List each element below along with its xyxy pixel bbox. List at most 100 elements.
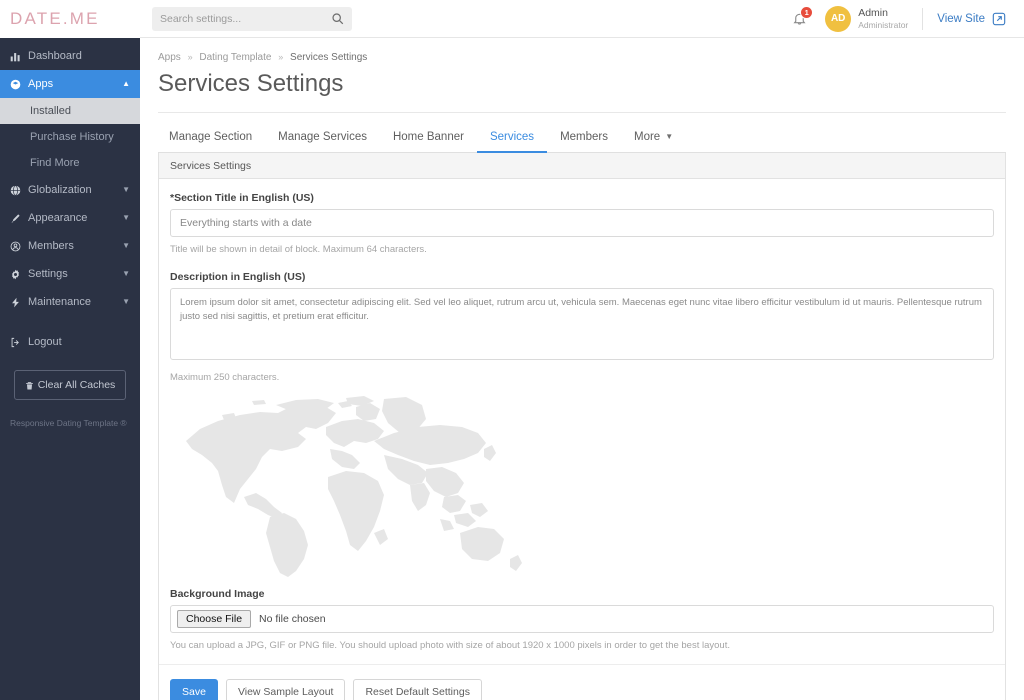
description-help: Maximum 250 characters. [170, 372, 280, 383]
tab-bar: Manage Section Manage Services Home Bann… [158, 122, 1006, 153]
tab-services[interactable]: Services [476, 122, 548, 153]
search-icon[interactable] [331, 12, 344, 25]
topbar-divider [922, 7, 924, 30]
action-buttons: Save View Sample Layout Reset Default Se… [159, 664, 1005, 700]
field-section-title: *Section Title in English (US) Title wil… [170, 192, 994, 255]
sidebar-item-members[interactable]: Members ▼ [0, 232, 140, 260]
tab-label: More [634, 130, 661, 143]
bolt-icon [10, 297, 28, 308]
chevron-down-icon: ▼ [665, 132, 674, 141]
avatar[interactable]: AD [825, 5, 852, 32]
sidebar-subitem-installed[interactable]: Installed [0, 98, 140, 124]
background-image-label: Background Image [170, 588, 265, 600]
description-label: Description in English (US) [170, 271, 306, 283]
search-input[interactable] [160, 12, 331, 25]
trash-icon [25, 381, 34, 390]
clear-caches-wrap: Clear All Caches [0, 356, 140, 400]
sidebar-item-label: Dashboard [28, 50, 82, 62]
tab-more[interactable]: More ▼ [621, 122, 686, 153]
section-title-input[interactable] [170, 209, 994, 237]
tab-manage-services[interactable]: Manage Services [265, 122, 380, 153]
sidebar-nav: Dashboard Apps ▲ Installed Purchase Hist… [0, 38, 140, 356]
user-circle-icon [10, 241, 28, 252]
apps-icon [10, 79, 28, 90]
sidebar-item-globalization[interactable]: Globalization ▼ [0, 176, 140, 204]
chart-bar-icon [10, 51, 28, 62]
reset-default-settings-button[interactable]: Reset Default Settings [353, 679, 482, 700]
sidebar-subitem-label: Installed [30, 105, 71, 117]
clear-all-caches-label: Clear All Caches [37, 379, 116, 391]
section-title-label: *Section Title in English (US) [170, 192, 314, 204]
topbar-right: 1 AD Admin Administrator View Site [792, 5, 1006, 32]
chevron-down-icon: ▼ [122, 185, 130, 194]
tab-manage-section[interactable]: Manage Section [158, 122, 265, 153]
notification-count-badge: 1 [800, 6, 814, 19]
background-image-help: You can upload a JPG, GIF or PNG file. Y… [170, 640, 730, 651]
sidebar-item-maintenance[interactable]: Maintenance ▼ [0, 288, 140, 316]
main-area: 1 AD Admin Administrator View Site A [140, 0, 1024, 700]
tab-label: Home Banner [392, 130, 464, 143]
save-button[interactable]: Save [170, 679, 218, 700]
section-title-help: Title will be shown in detail of block. … [170, 244, 427, 255]
nav-divider [0, 316, 140, 328]
settings-panel: Services Settings *Section Title in Engl… [158, 153, 1006, 700]
breadcrumb-item-dating-template[interactable]: Dating Template [199, 52, 271, 63]
notifications-button[interactable]: 1 [792, 6, 814, 26]
sidebar-item-logout[interactable]: Logout [0, 328, 140, 356]
user-info[interactable]: Admin Administrator [858, 7, 908, 31]
tab-label: Manage Section [169, 130, 253, 143]
sidebar-subitem-purchase-history[interactable]: Purchase History [0, 124, 140, 150]
sidebar-item-label: Settings [28, 268, 68, 280]
breadcrumb: Apps » Dating Template » Services Settin… [158, 52, 1006, 63]
file-upload-row[interactable]: Choose File No file chosen [170, 605, 994, 633]
file-status-text: No file chosen [259, 613, 326, 625]
globe-icon [10, 184, 28, 196]
panel-body: *Section Title in English (US) Title wil… [159, 179, 1005, 700]
breadcrumb-separator: » [187, 52, 193, 62]
gear-icon [10, 269, 28, 280]
view-site-link[interactable]: View Site [937, 12, 1006, 26]
logo-text: DATE.ME [10, 9, 100, 28]
sidebar-item-appearance[interactable]: Appearance ▼ [0, 204, 140, 232]
sidebar-subitem-label: Purchase History [30, 131, 114, 143]
choose-file-button[interactable]: Choose File [177, 610, 252, 628]
panel-heading: Services Settings [159, 153, 1005, 179]
sidebar-item-label: Apps [28, 78, 54, 90]
tab-members[interactable]: Members [547, 122, 621, 153]
top-bar: 1 AD Admin Administrator View Site [140, 0, 1024, 38]
world-map-icon [186, 396, 522, 577]
field-background-image: Background Image Choose File No file cho… [170, 588, 994, 651]
sidebar-item-label: Appearance [28, 212, 88, 224]
description-textarea[interactable] [170, 288, 994, 360]
chevron-down-icon: ▼ [122, 241, 130, 250]
external-link-icon [992, 12, 1006, 26]
clear-all-caches-button[interactable]: Clear All Caches [14, 370, 126, 400]
sidebar-footer: Responsive Dating Template ® [10, 418, 127, 428]
view-site-label: View Site [937, 12, 985, 25]
sidebar-item-dashboard[interactable]: Dashboard [0, 42, 140, 70]
sidebar-item-label: Members [28, 240, 74, 252]
breadcrumb-separator: » [278, 52, 284, 62]
tab-label: Services [489, 130, 535, 143]
logo[interactable]: DATE.ME [0, 0, 140, 38]
user-name: Admin [858, 6, 888, 19]
sidebar-item-label: Logout [28, 336, 62, 348]
breadcrumb-item-apps[interactable]: Apps [158, 52, 181, 63]
logout-icon [10, 337, 28, 348]
chevron-up-icon: ▲ [122, 79, 130, 88]
chevron-down-icon: ▼ [122, 269, 130, 278]
search-box[interactable] [152, 6, 352, 31]
sidebar-item-apps[interactable]: Apps ▲ [0, 70, 140, 98]
sidebar-subitem-label: Find More [30, 157, 80, 169]
content-area: Apps » Dating Template » Services Settin… [140, 38, 1024, 700]
user-role: Administrator [858, 19, 909, 30]
tab-home-banner[interactable]: Home Banner [380, 122, 477, 153]
sidebar-subitem-find-more[interactable]: Find More [0, 150, 140, 176]
background-image-preview [170, 393, 994, 578]
tab-label: Manage Services [278, 130, 367, 143]
breadcrumb-item-current: Services Settings [290, 52, 368, 63]
sidebar-item-settings[interactable]: Settings ▼ [0, 260, 140, 288]
sidebar: DATE.ME Dashboard Apps ▲ Installed Purch… [0, 0, 140, 700]
view-sample-layout-button[interactable]: View Sample Layout [225, 679, 346, 700]
